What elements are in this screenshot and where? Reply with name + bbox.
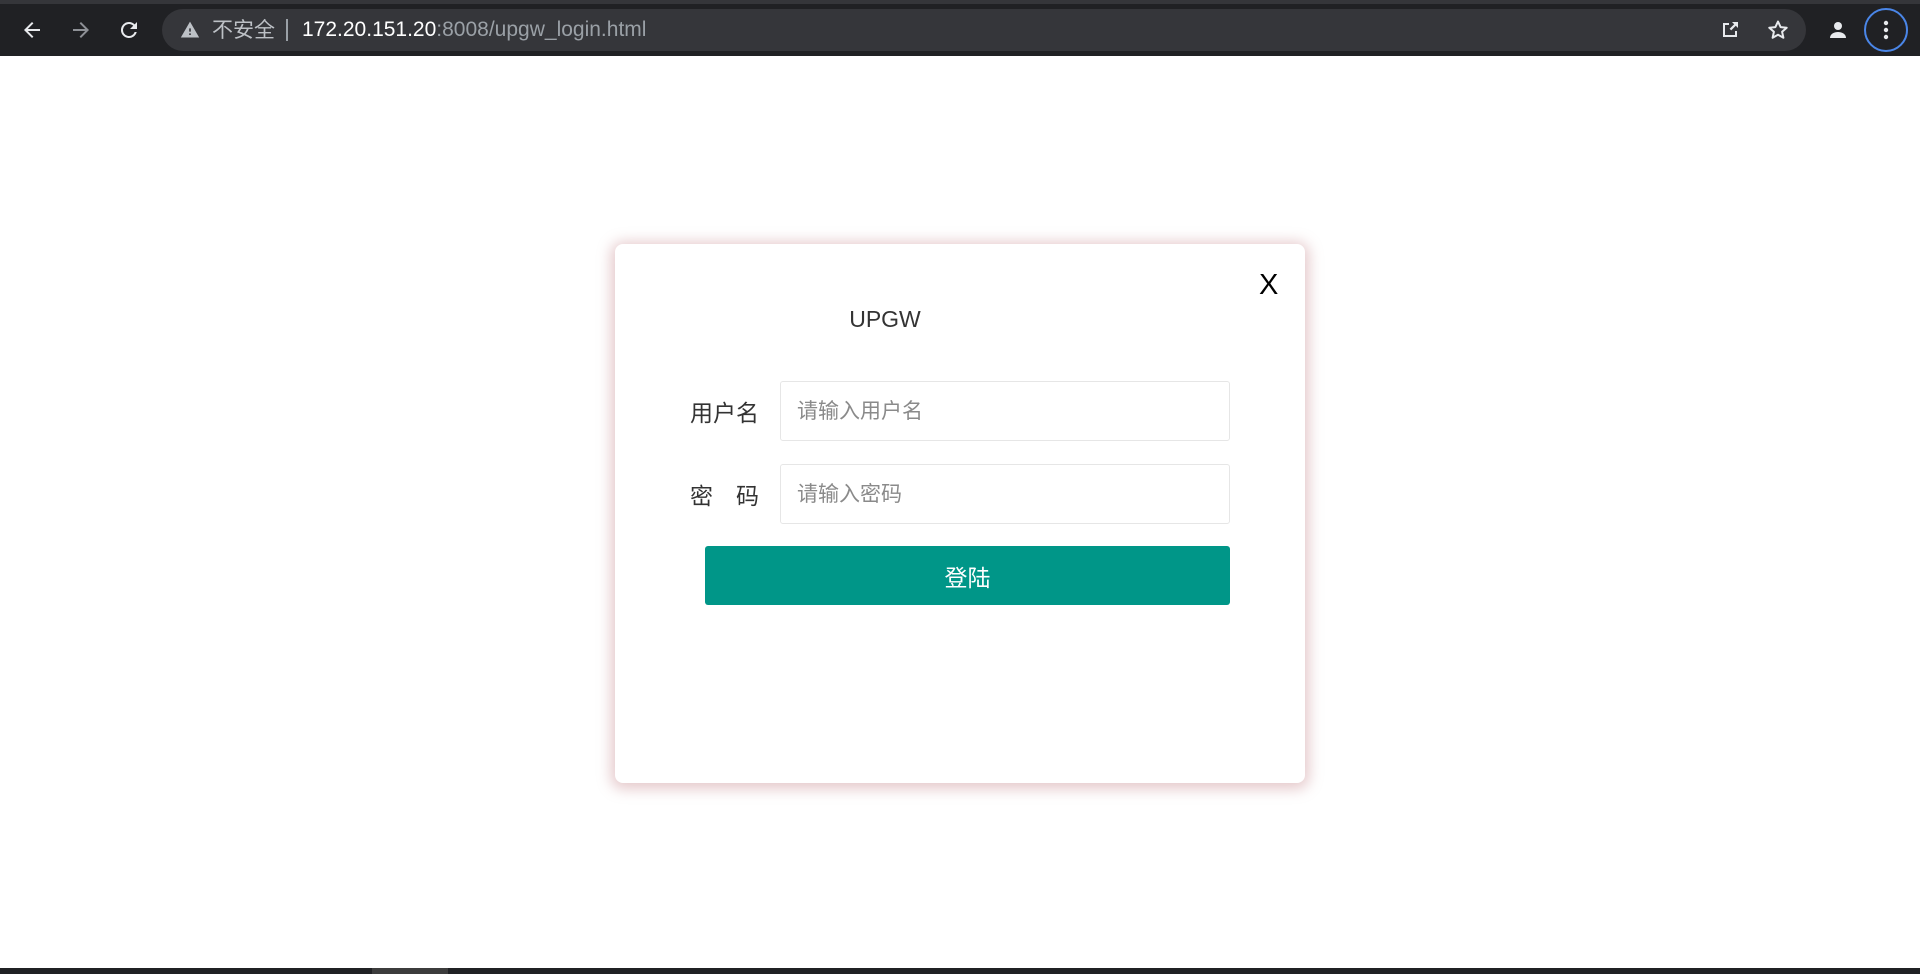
kebab-menu-icon bbox=[1883, 20, 1889, 40]
browser-toolbar: 不安全 172.20.151.20:8008/upgw_login.html bbox=[0, 0, 1920, 56]
reload-button[interactable] bbox=[111, 12, 147, 48]
password-input[interactable] bbox=[780, 464, 1230, 524]
star-icon[interactable] bbox=[1766, 18, 1790, 42]
warning-triangle-icon bbox=[180, 21, 200, 38]
taskbar-strip bbox=[0, 968, 1920, 974]
username-input[interactable] bbox=[780, 381, 1230, 441]
profile-button[interactable] bbox=[1820, 12, 1856, 48]
password-row: 密 码 bbox=[615, 464, 1305, 524]
taskbar-marker bbox=[372, 968, 448, 974]
password-label: 密 码 bbox=[690, 484, 759, 510]
menu-button[interactable] bbox=[1864, 8, 1908, 52]
dialog-title: UPGW bbox=[849, 306, 921, 332]
reload-icon bbox=[120, 21, 137, 38]
share-icon[interactable] bbox=[1718, 18, 1742, 42]
omnibox-divider bbox=[286, 19, 288, 41]
address-bar[interactable]: 不安全 172.20.151.20:8008/upgw_login.html bbox=[162, 9, 1806, 51]
close-button[interactable]: X bbox=[1259, 268, 1278, 302]
person-icon bbox=[1830, 22, 1846, 38]
username-row: 用户名 bbox=[615, 381, 1305, 441]
login-dialog: X UPGW 用户名 密 码 登陆 bbox=[615, 244, 1305, 783]
url-path: :8008/upgw_login.html bbox=[436, 18, 647, 41]
url-host: 172.20.151.20 bbox=[302, 18, 437, 41]
arrow-left-icon bbox=[24, 22, 40, 38]
login-button[interactable]: 登陆 bbox=[705, 546, 1230, 605]
forward-button[interactable] bbox=[63, 12, 99, 48]
url-text[interactable]: 172.20.151.20:8008/upgw_login.html bbox=[302, 17, 646, 43]
arrow-right-icon bbox=[73, 22, 89, 38]
back-button[interactable] bbox=[14, 12, 50, 48]
username-label: 用户名 bbox=[690, 401, 759, 427]
security-status[interactable]: 不安全 bbox=[212, 18, 275, 42]
